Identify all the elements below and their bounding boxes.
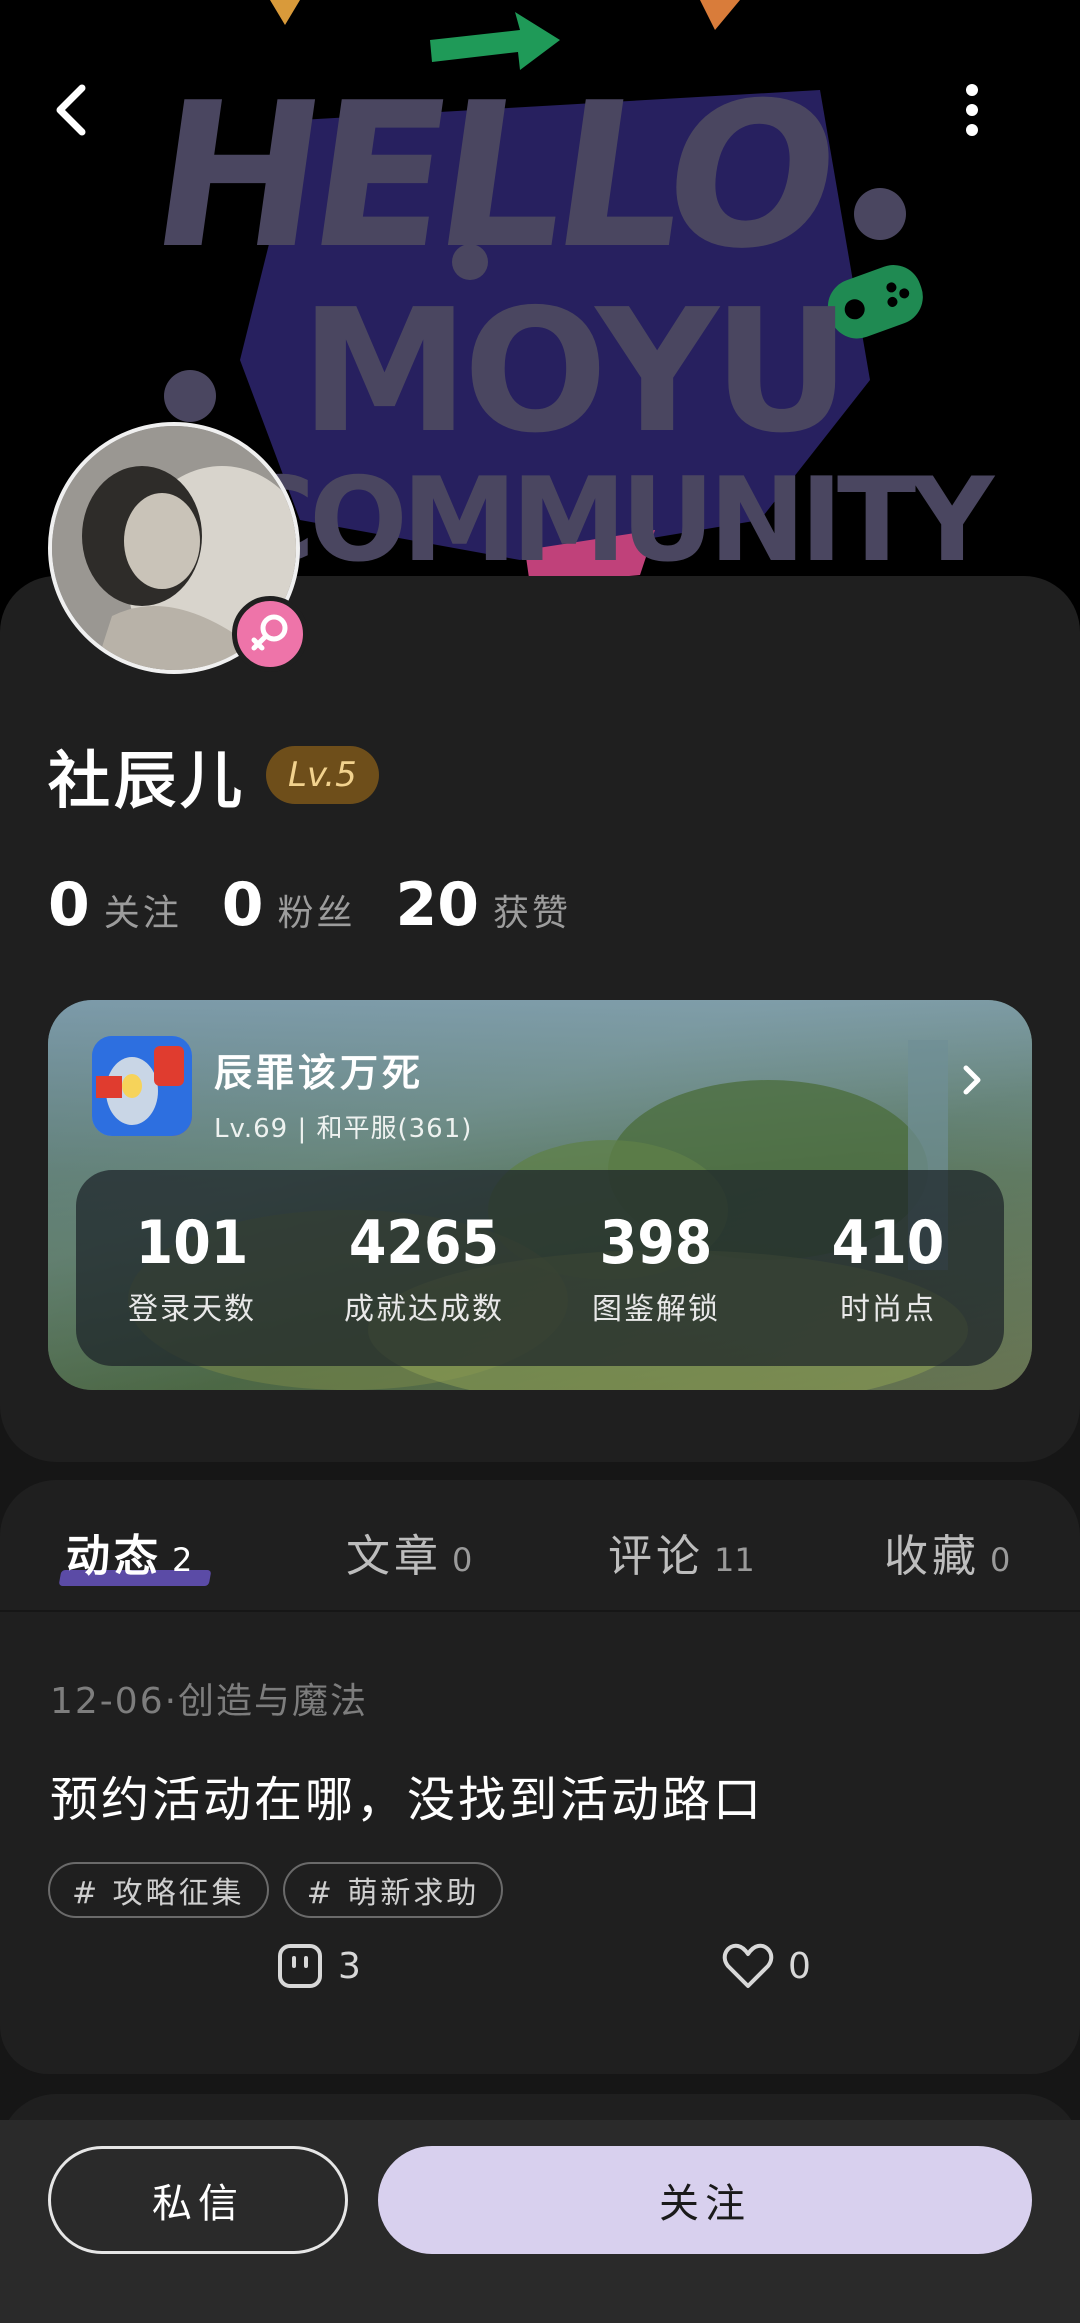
content-card: 动态 2 文章 0 评论 11 收藏 0 12-06·创造与魔法 预约活动在哪，… [0,1480,1080,2074]
post-title[interactable]: 预约活动在哪，没找到活动路口 [50,1760,764,1830]
followers-label[interactable]: 粉丝 [278,884,356,936]
banner-community-text: COMMUNITY [230,453,996,588]
back-button[interactable] [48,80,128,160]
tab-label: 文章 [346,1531,442,1582]
post-tag[interactable]: # 攻略征集 [48,1862,269,1918]
chevron-left-icon [56,84,86,136]
game-role-name: 辰罪该万死 [214,1051,425,1095]
profile-name: 社辰儿 [48,744,247,817]
game-stat-label: 时尚点 [840,1292,936,1327]
game-stat-value: 4265 [348,1208,500,1278]
game-role-info: Lv.69 | 和平服(361) [214,1114,473,1144]
game-stat-collection: 398 图鉴解锁 [540,1170,772,1366]
follow-button[interactable]: 关注 [378,2146,1032,2254]
following-count[interactable]: 0 [48,870,90,940]
post-tags: # 攻略征集 # 萌新求助 [48,1862,504,1918]
game-role-card[interactable]: 辰罪该万死 Lv.69 | 和平服(361) 101 登录天数 4265 成就达… [48,1000,1032,1390]
post-meta: 12-06·创造与魔法 [50,1681,369,1722]
comment-count: 3 [338,1945,361,1987]
profile-name-row: 社辰儿 Lv.5 [48,730,379,820]
chevron-right-icon [963,1065,981,1095]
profile-stats: 0 关注 0 粉丝 20 获赞 [48,870,611,940]
game-stat-achievements: 4265 成就达成数 [308,1170,540,1366]
tab-count: 0 [452,1541,473,1579]
heart-icon [722,1943,774,1988]
followers-count[interactable]: 0 [222,870,264,940]
game-stat-label: 图鉴解锁 [592,1292,720,1327]
more-vertical-icon [966,84,978,136]
game-stat-label: 登录天数 [128,1292,256,1327]
tab-count: 11 [714,1541,755,1579]
bottom-action-bar: 私信 关注 [0,2120,1080,2323]
tab-posts[interactable]: 动态 2 [66,1520,192,1584]
likes-count: 20 [395,870,480,940]
tab-count: 0 [990,1541,1011,1579]
banner-moyu-text: MOYU [300,273,845,471]
game-stat-value: 410 [831,1208,945,1278]
banner-hello-text: HELLO [139,60,844,293]
comment-icon [278,1944,322,1988]
comment-button[interactable]: 3 [276,1942,361,1990]
following-label[interactable]: 关注 [104,884,182,936]
game-stat-value: 101 [135,1208,249,1278]
tab-label: 动态 [66,1531,162,1582]
private-message-button[interactable]: 私信 [48,2146,348,2254]
like-count: 0 [788,1945,811,1987]
likes-label: 获赞 [493,893,572,934]
game-app-icon [92,1036,192,1136]
game-stat-value: 398 [599,1208,713,1278]
game-stat-fashion: 410 时尚点 [772,1170,1004,1366]
female-icon [251,614,288,651]
tab-count: 2 [172,1541,193,1579]
game-stat-login-days: 101 登录天数 [76,1170,308,1366]
gender-female-badge [232,596,308,672]
like-button[interactable]: 0 [722,1942,811,1990]
game-stats-panel: 101 登录天数 4265 成就达成数 398 图鉴解锁 410 时尚点 [76,1170,1004,1366]
post-tag[interactable]: # 萌新求助 [282,1862,504,1918]
tab-articles[interactable]: 文章 0 [346,1520,472,1584]
tab-comments[interactable]: 评论 11 [608,1520,755,1584]
tab-label: 评论 [608,1531,704,1582]
profile-tabs: 动态 2 文章 0 评论 11 收藏 0 [0,1480,1080,1612]
post-actions: 3 0 [0,1942,1080,2012]
tab-label: 收藏 [884,1531,980,1582]
tab-favorites[interactable]: 收藏 0 [884,1520,1010,1584]
level-badge: Lv.5 [266,746,379,804]
game-stat-label: 成就达成数 [344,1292,504,1327]
more-options-button[interactable] [962,80,1042,160]
